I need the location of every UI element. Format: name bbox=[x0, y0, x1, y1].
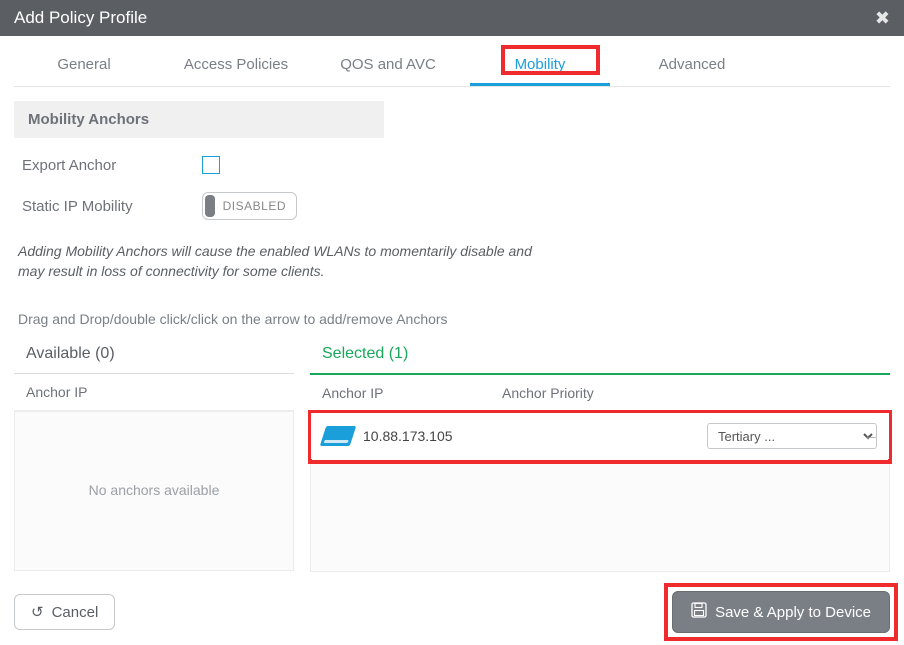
static-ip-mobility-label: Static IP Mobility bbox=[22, 198, 202, 215]
export-anchor-checkbox[interactable] bbox=[202, 156, 220, 174]
tab-advanced[interactable]: Advanced bbox=[622, 50, 762, 86]
anchor-row[interactable]: 10.88.173.105 Tertiary ... ← bbox=[311, 413, 889, 459]
anchor-priority-select[interactable]: Tertiary ... bbox=[707, 423, 877, 449]
selected-column: Selected (1) Anchor IP Anchor Priority 1… bbox=[310, 337, 890, 572]
available-heading: Available (0) bbox=[14, 337, 294, 374]
cancel-button[interactable]: ↺ Cancel bbox=[14, 594, 115, 630]
selected-col-anchor-priority: Anchor Priority bbox=[490, 375, 606, 411]
toggle-text: DISABLED bbox=[223, 199, 286, 213]
tab-qos-avc[interactable]: QOS and AVC bbox=[318, 50, 458, 86]
save-apply-button[interactable]: Save & Apply to Device bbox=[672, 591, 890, 633]
cancel-label: Cancel bbox=[52, 604, 99, 621]
drag-drop-hint: Drag and Drop/double click/click on the … bbox=[18, 311, 886, 327]
export-anchor-label: Export Anchor bbox=[22, 157, 202, 174]
tab-general[interactable]: General bbox=[14, 50, 154, 86]
available-list[interactable]: No anchors available bbox=[14, 411, 294, 571]
tab-bar: General Access Policies QOS and AVC Mobi… bbox=[14, 36, 890, 87]
tab-mobility[interactable]: Mobility bbox=[470, 50, 610, 86]
available-col-anchor-ip: Anchor IP bbox=[14, 374, 99, 410]
modal-title: Add Policy Profile bbox=[14, 8, 147, 28]
available-empty: No anchors available bbox=[15, 412, 293, 498]
static-ip-mobility-toggle[interactable]: DISABLED bbox=[202, 192, 297, 220]
anchor-ip-value: 10.88.173.105 bbox=[363, 428, 513, 444]
selected-col-anchor-ip: Anchor IP bbox=[310, 375, 490, 411]
close-icon[interactable]: ✖ bbox=[875, 8, 890, 29]
toggle-knob bbox=[205, 195, 215, 217]
remove-anchor-arrow-icon[interactable]: ← bbox=[863, 427, 879, 445]
save-label: Save & Apply to Device bbox=[715, 604, 871, 621]
tab-access-policies[interactable]: Access Policies bbox=[166, 50, 306, 86]
save-icon bbox=[691, 602, 707, 622]
available-column: Available (0) Anchor IP No anchors avail… bbox=[14, 337, 294, 572]
mobility-anchor-note: Adding Mobility Anchors will cause the e… bbox=[18, 242, 538, 281]
device-icon bbox=[320, 426, 356, 446]
selected-list[interactable]: 10.88.173.105 Tertiary ... ← bbox=[310, 412, 890, 572]
undo-icon: ↺ bbox=[31, 603, 44, 621]
section-mobility-anchors: Mobility Anchors bbox=[14, 101, 384, 138]
selected-heading: Selected (1) bbox=[310, 337, 890, 375]
